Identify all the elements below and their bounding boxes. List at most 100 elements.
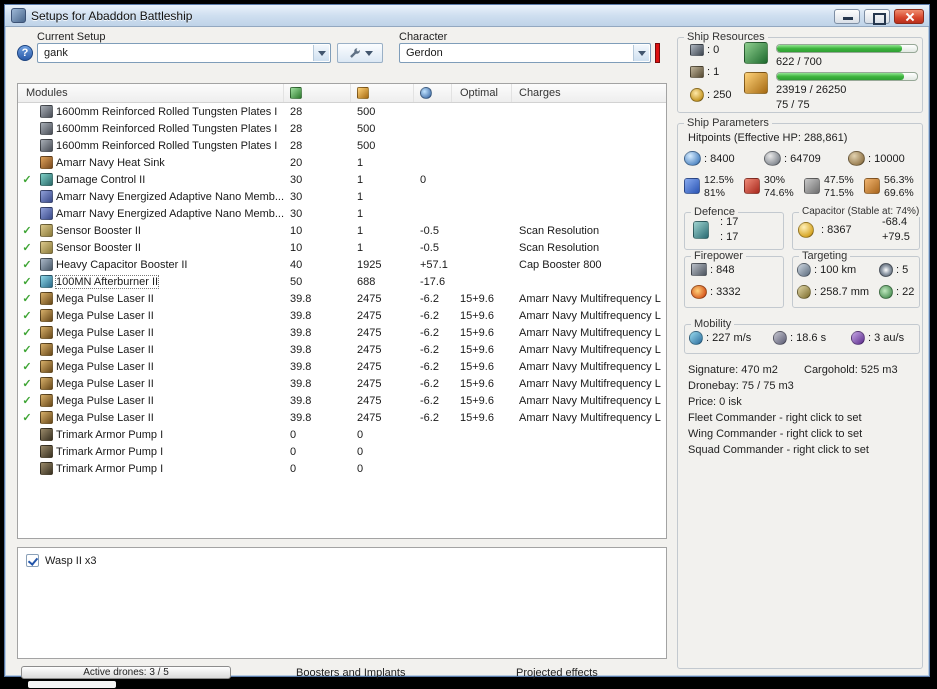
- module-cpu: 39.8: [290, 309, 312, 322]
- module-row[interactable]: ✓ Mega Pulse Laser II 39.8 2475 -6.2 15+…: [18, 341, 666, 358]
- setup-tools-button[interactable]: [337, 43, 383, 63]
- module-row[interactable]: Trimark Armor Pump I 0 0: [18, 426, 666, 443]
- module-row[interactable]: Trimark Armor Pump I 0 0: [18, 460, 666, 477]
- character-status-indicator: [655, 43, 660, 63]
- launcher-hardpoint-icon: [690, 66, 704, 79]
- dronebay-info: Dronebay: 75 / 75 m3: [688, 380, 794, 392]
- dronebay-usage-text: 75 / 75: [776, 99, 810, 111]
- module-row[interactable]: 1600mm Reinforced Rolled Tungsten Plates…: [18, 120, 666, 137]
- module-powergrid: 2475: [357, 360, 382, 373]
- capacitor-icon: [798, 222, 814, 238]
- module-row[interactable]: ✓ Sensor Booster II 10 1 -0.5 Scan Resol…: [18, 239, 666, 256]
- module-row[interactable]: 1600mm Reinforced Rolled Tungsten Plates…: [18, 137, 666, 154]
- capacitor-drain: -68.4: [882, 216, 908, 229]
- module-active-check[interactable]: ✓: [18, 275, 36, 288]
- module-active-check[interactable]: ✓: [18, 377, 36, 390]
- module-name: 1600mm Reinforced Rolled Tungsten Plates…: [56, 122, 278, 135]
- drone-item[interactable]: Wasp II x3: [18, 548, 666, 567]
- max-speed: : 227 m/s: [706, 332, 752, 344]
- thermal-resist-icon: [744, 178, 760, 194]
- explosive-resist-icon: [864, 178, 880, 194]
- help-icon[interactable]: [17, 45, 33, 61]
- module-cpu: 10: [290, 241, 303, 254]
- module-cpu: 39.8: [290, 377, 312, 390]
- defence-value-1: : 17: [720, 216, 739, 229]
- active-drones-bar[interactable]: Active drones: 3 / 5: [21, 666, 231, 679]
- firepower-group: Firepower : 848 : 3332: [684, 250, 784, 308]
- minimize-button[interactable]: [834, 9, 860, 24]
- targeting-range: : 100 km: [814, 264, 857, 276]
- turret-dps-icon: [691, 263, 707, 276]
- module-active-check[interactable]: ✓: [18, 360, 36, 373]
- module-row[interactable]: Trimark Armor Pump I 0 0: [18, 443, 666, 460]
- module-active-check[interactable]: ✓: [18, 241, 36, 254]
- scan-resolution-icon: [797, 285, 811, 299]
- module-name: Mega Pulse Laser II: [56, 360, 154, 373]
- module-row[interactable]: ✓ Damage Control II 30 1 0: [18, 171, 666, 188]
- module-row[interactable]: ✓ Mega Pulse Laser II 39.8 2475 -6.2 15+…: [18, 358, 666, 375]
- module-active-check[interactable]: ✓: [18, 258, 36, 271]
- chevron-down-icon[interactable]: [633, 45, 649, 61]
- module-row[interactable]: ✓ Sensor Booster II 10 1 -0.5 Scan Resol…: [18, 222, 666, 239]
- module-cap-use: -6.2: [420, 360, 439, 373]
- powergrid-bar: [776, 72, 918, 81]
- module-row[interactable]: ✓ Mega Pulse Laser II 39.8 2475 -6.2 15+…: [18, 409, 666, 426]
- module-active-check[interactable]: ✓: [18, 224, 36, 237]
- module-row[interactable]: ✓ Mega Pulse Laser II 39.8 2475 -6.2 15+…: [18, 290, 666, 307]
- module-row[interactable]: Amarr Navy Energized Adaptive Nano Memb.…: [18, 205, 666, 222]
- module-row[interactable]: Amarr Navy Energized Adaptive Nano Memb.…: [18, 188, 666, 205]
- module-name: 100MN Afterburner II: [54, 274, 160, 289]
- module-row[interactable]: ✓ Mega Pulse Laser II 39.8 2475 -6.2 15+…: [18, 307, 666, 324]
- module-row[interactable]: ✓ Mega Pulse Laser II 39.8 2475 -6.2 15+…: [18, 324, 666, 341]
- module-row[interactable]: 1600mm Reinforced Rolled Tungsten Plates…: [18, 103, 666, 120]
- module-cap-use: -6.2: [420, 394, 439, 407]
- module-active-check[interactable]: ✓: [18, 394, 36, 407]
- module-row[interactable]: Amarr Navy Heat Sink 20 1: [18, 154, 666, 171]
- module-row[interactable]: ✓ Mega Pulse Laser II 39.8 2475 -6.2 15+…: [18, 392, 666, 409]
- resist-kinetic-cell: 47.5% 71.5%: [804, 174, 862, 202]
- module-cpu: 39.8: [290, 326, 312, 339]
- module-powergrid: 2475: [357, 411, 382, 424]
- squad-commander-slot[interactable]: Squad Commander - right click to set: [688, 444, 869, 456]
- kinetic-resist-shield: 47.5%: [824, 174, 854, 186]
- module-cpu: 50: [290, 275, 303, 288]
- module-name: Mega Pulse Laser II: [56, 292, 154, 305]
- setup-combobox[interactable]: gank: [37, 43, 331, 63]
- modules-header[interactable]: Modules Optimal Charges: [18, 84, 666, 103]
- fleet-commander-slot[interactable]: Fleet Commander - right click to set: [688, 412, 862, 424]
- module-active-check[interactable]: ✓: [18, 292, 36, 305]
- module-active-check[interactable]: ✓: [18, 309, 36, 322]
- module-row[interactable]: ✓ 100MN Afterburner II 50 688 -17.6: [18, 273, 666, 290]
- drone-checkbox[interactable]: [26, 554, 39, 567]
- tab-boosters-implants[interactable]: Boosters and Implants: [296, 667, 405, 679]
- module-cpu: 0: [290, 445, 297, 458]
- calibration-icon: [690, 88, 704, 102]
- module-charge: Amarr Navy Multifrequency L: [519, 343, 661, 356]
- module-active-check[interactable]: ✓: [18, 173, 36, 186]
- title-bar[interactable]: Setups for Abaddon Battleship: [5, 5, 929, 27]
- module-cpu: 30: [290, 190, 303, 203]
- module-active-check[interactable]: ✓: [18, 326, 36, 339]
- shield-hp-value: : 8400: [704, 152, 735, 165]
- module-row[interactable]: ✓ Mega Pulse Laser II 39.8 2475 -6.2 15+…: [18, 375, 666, 392]
- module-active-check[interactable]: ✓: [18, 343, 36, 356]
- module-powergrid: 1: [357, 190, 364, 203]
- maximize-button[interactable]: [864, 9, 890, 25]
- character-combobox[interactable]: Gerdon: [399, 43, 651, 63]
- defence-value-2: : 17: [720, 231, 739, 244]
- modules-list: Modules Optimal Charges 1600mm Reinforce…: [17, 83, 667, 539]
- wing-commander-slot[interactable]: Wing Commander - right click to set: [688, 428, 862, 440]
- close-button[interactable]: [894, 9, 924, 24]
- module-optimal: 15+9.6: [460, 377, 494, 390]
- module-cpu: 30: [290, 207, 303, 220]
- tab-projected-effects[interactable]: Projected effects: [516, 667, 598, 679]
- shield-icon: [684, 151, 701, 166]
- capacitor-amount: : 8367: [821, 224, 852, 237]
- volley-icon: [691, 285, 707, 299]
- module-charge: Scan Resolution: [519, 241, 600, 254]
- defence-group: Defence : 17 : 17: [684, 206, 784, 250]
- module-active-check[interactable]: ✓: [18, 411, 36, 424]
- module-row[interactable]: ✓ Heavy Capacitor Booster II 40 1925 +57…: [18, 256, 666, 273]
- chevron-down-icon[interactable]: [313, 45, 329, 61]
- module-optimal: 15+9.6: [460, 411, 494, 424]
